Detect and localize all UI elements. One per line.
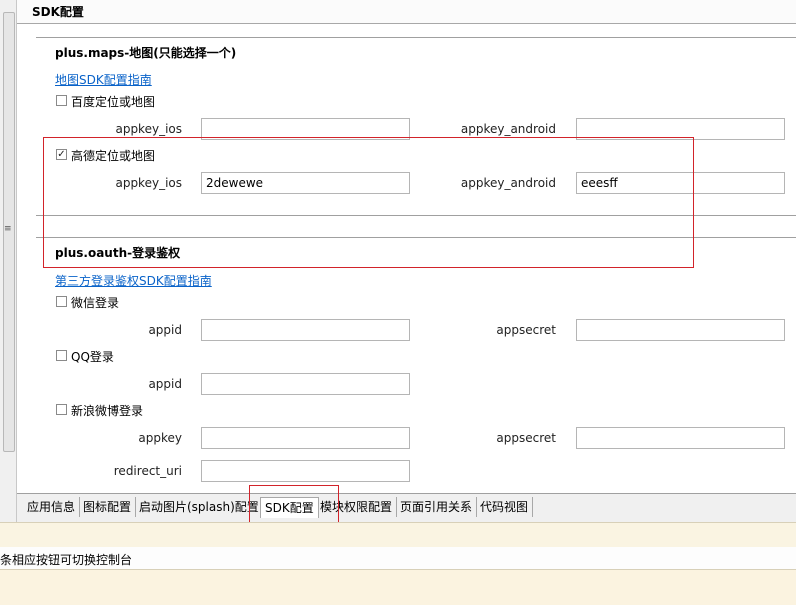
qq-login-checkbox[interactable] bbox=[56, 350, 67, 361]
sina-appsecret-label: appsecret bbox=[496, 431, 556, 445]
weixin-login-checkbox[interactable] bbox=[56, 296, 67, 307]
sina-appkey-label: appkey bbox=[138, 431, 182, 445]
maps-guide-link[interactable]: 地图SDK配置指南 bbox=[55, 71, 152, 88]
sina-login-label: 新浪微博登录 bbox=[71, 404, 144, 418]
status-text: 条相应按钮可切换控制台 bbox=[0, 553, 133, 567]
status-bar: 条相应按钮可切换控制台 bbox=[0, 547, 796, 570]
weixin-appsecret-input[interactable] bbox=[576, 319, 785, 341]
highlight-box-gaode bbox=[43, 137, 694, 268]
qq-appid-label: appid bbox=[148, 377, 182, 391]
weixin-appid-label: appid bbox=[148, 323, 182, 337]
baidu-appkey-android-label: appkey_android bbox=[460, 122, 556, 136]
sina-login-checkbox[interactable] bbox=[56, 404, 67, 415]
left-scrollbar[interactable]: ≡ bbox=[0, 0, 17, 522]
weixin-login-label: 微信登录 bbox=[71, 296, 120, 310]
baidu-map-label: 百度定位或地图 bbox=[71, 95, 156, 109]
tab-splash-config[interactable]: 启动图片(splash)配置 bbox=[135, 497, 264, 517]
maps-section-title: plus.maps-地图(只能选择一个) bbox=[55, 46, 237, 60]
sina-appkey-input[interactable] bbox=[201, 427, 410, 449]
console-toolbar bbox=[0, 522, 796, 548]
baidu-map-checkbox[interactable] bbox=[56, 95, 67, 106]
tab-code-view[interactable]: 代码视图 bbox=[476, 497, 534, 517]
editor-header: SDK配置 bbox=[17, 0, 796, 24]
tab-app-info[interactable]: 应用信息 bbox=[23, 497, 81, 517]
grip-icon: ≡ bbox=[4, 224, 12, 234]
sina-redirect-uri-input[interactable] bbox=[201, 460, 410, 482]
weixin-appsecret-label: appsecret bbox=[496, 323, 556, 337]
editor-tab-bar: 应用信息 图标配置 启动图片(splash)配置 SDK配置 模块权限配置 页面… bbox=[17, 493, 796, 523]
tab-page-references[interactable]: 页面引用关系 bbox=[396, 497, 478, 517]
qq-appid-input[interactable] bbox=[201, 373, 410, 395]
tab-icon-config[interactable]: 图标配置 bbox=[79, 497, 137, 517]
sina-appsecret-input[interactable] bbox=[576, 427, 785, 449]
sina-redirect-uri-label: redirect_uri bbox=[113, 464, 182, 478]
console-area bbox=[0, 570, 796, 605]
oauth-guide-link[interactable]: 第三方登录鉴权SDK配置指南 bbox=[55, 272, 212, 289]
baidu-appkey-ios-label: appkey_ios bbox=[115, 122, 182, 136]
page-title: SDK配置 bbox=[32, 5, 84, 19]
qq-login-label: QQ登录 bbox=[71, 350, 114, 364]
weixin-appid-input[interactable] bbox=[201, 319, 410, 341]
